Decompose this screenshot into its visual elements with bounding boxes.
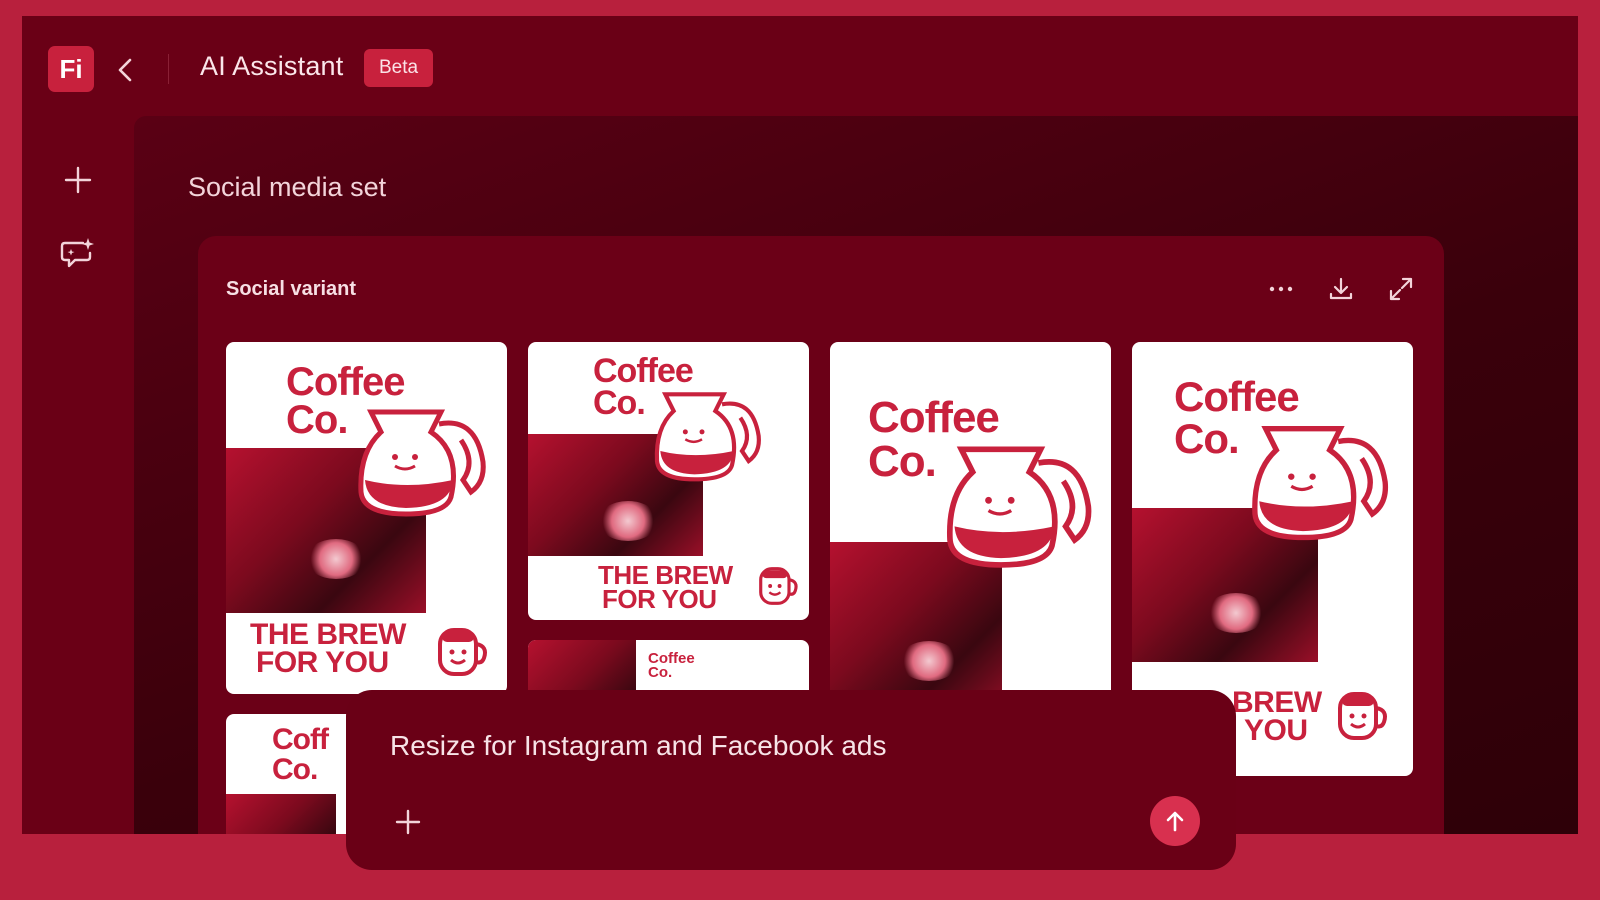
brand-title-line1: Coff [272, 723, 329, 756]
header-divider [168, 54, 169, 84]
prompt-input[interactable]: Resize for Instagram and Facebook ads [390, 730, 886, 762]
brand-title-line1: Coffee [593, 352, 694, 390]
tagline-line2: YOU [1244, 714, 1308, 747]
brand-title-line2: Co. [1174, 415, 1240, 462]
brand-title-line1: Coffee [286, 360, 405, 404]
brand-title-line2: Co. [593, 384, 646, 422]
tagline-line1: BREW [1232, 686, 1322, 719]
card-actions [1266, 274, 1416, 304]
tagline-line2: FOR YOU [602, 584, 717, 614]
send-button[interactable] [1150, 796, 1200, 846]
coffee-pot-icon [358, 409, 486, 517]
coffee-pot-icon [946, 446, 1092, 568]
variant-thumbnail-1[interactable]: Coffee Co. THE BREW FOR YOU [226, 342, 507, 694]
more-icon [1269, 286, 1293, 292]
coffee-pot-icon [1252, 426, 1389, 541]
download-button[interactable] [1326, 274, 1356, 304]
arrow-up-icon [1166, 811, 1184, 832]
mug-icon [759, 567, 798, 605]
prompt-add-button[interactable] [390, 804, 426, 840]
chevron-left-icon [118, 58, 132, 82]
brand-title-line2: Co. [648, 664, 673, 681]
tagline-line2: FOR YOU [256, 646, 389, 679]
ai-chat-button[interactable] [58, 234, 98, 274]
top-bar: Fi AI Assistant Beta [22, 16, 1578, 116]
barista-photo [226, 794, 336, 834]
page-title: AI Assistant [200, 51, 344, 81]
prompt-panel: Resize for Instagram and Facebook ads [346, 690, 1236, 870]
mug-icon [438, 628, 487, 676]
plus-icon [64, 166, 92, 194]
variant-thumbnail-2[interactable]: Coffee Co. THE BREW FOR YOU [528, 342, 809, 620]
brand-title-line2: Co. [286, 398, 348, 442]
app-logo: Fi [48, 46, 94, 92]
new-chat-button[interactable] [58, 160, 98, 200]
chat-sparkle-icon [60, 238, 94, 268]
coffee-pot-icon [654, 392, 761, 482]
card-title: Social variant [226, 278, 357, 300]
expand-icon [1389, 277, 1413, 301]
brand-title-line1: Coffee [868, 393, 1000, 442]
brand-title-line2: Co. [868, 437, 937, 486]
brand-title-line1: Coffee [1174, 373, 1300, 420]
tagline-line1: THE BREW [250, 618, 407, 651]
brand-title-line2: Co. [272, 753, 318, 786]
section-title: Social media set [188, 172, 387, 202]
mug-icon [1338, 692, 1387, 740]
plus-icon [395, 809, 421, 835]
back-button[interactable] [114, 52, 138, 88]
more-options-button[interactable] [1266, 274, 1296, 304]
download-icon [1329, 277, 1353, 300]
beta-badge: Beta [364, 49, 434, 87]
expand-button[interactable] [1386, 274, 1416, 304]
sidebar [22, 116, 134, 834]
